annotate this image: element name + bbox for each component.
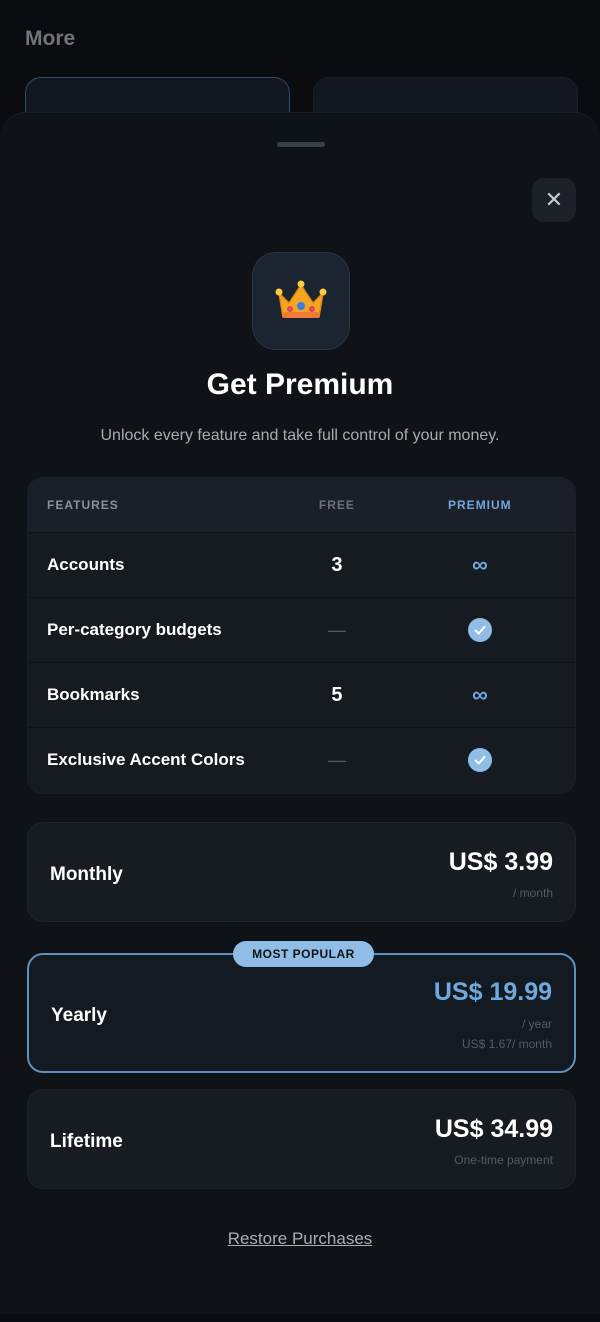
check-icon [467, 748, 492, 772]
sheet-grabber[interactable] [277, 142, 325, 147]
free-value: 3 [331, 553, 343, 576]
free-value: — [327, 749, 346, 770]
feature-label: Per-category budgets [47, 620, 222, 639]
table-row: Per-category budgets — [28, 597, 575, 662]
plan-name: Yearly [51, 1005, 107, 1026]
table-row: Bookmarks 5 ∞ [28, 662, 575, 727]
header-features: FEATURES [47, 498, 119, 512]
plan-period: / month [512, 886, 553, 900]
plan-name: Monthly [50, 864, 123, 885]
plan-yearly[interactable]: MOST POPULAR Yearly US$ 19.99 / year US$… [27, 941, 576, 1073]
sheet-subtitle: Unlock every feature and take full contr… [100, 427, 500, 444]
plan-period: One-time payment [454, 1153, 553, 1167]
table-row: Accounts 3 ∞ [28, 532, 575, 597]
plan-period: / year [521, 1017, 552, 1031]
infinity-icon: ∞ [472, 682, 488, 707]
restore-purchases-link[interactable]: Restore Purchases [0, 1229, 600, 1249]
plan-monthly[interactable]: Monthly US$ 3.99 / month [27, 822, 576, 922]
plan-price: US$ 3.99 [448, 848, 553, 876]
plan-lifetime[interactable]: Lifetime US$ 34.99 One-time payment [27, 1089, 576, 1189]
crown-badge [252, 252, 350, 350]
most-popular-badge: MOST POPULAR [233, 941, 374, 967]
premium-value [385, 748, 575, 772]
table-header: FEATURES FREE PREMIUM [28, 478, 575, 532]
infinity-icon: ∞ [472, 552, 488, 577]
feature-label: Exclusive Accent Colors [47, 750, 245, 769]
feature-label: Bookmarks [47, 685, 140, 704]
crown-icon [275, 280, 327, 318]
check-icon [467, 618, 492, 642]
free-value: — [327, 619, 346, 640]
premium-sheet: ✕ Get Premium Unlock every feature and t… [0, 112, 600, 1314]
close-button[interactable]: ✕ [532, 178, 576, 222]
page-title: More [25, 27, 76, 50]
close-icon: ✕ [544, 187, 564, 212]
header-free: FREE [318, 498, 355, 512]
sheet-title: Get Premium [206, 368, 394, 401]
plan-price: US$ 34.99 [434, 1115, 553, 1143]
free-value: 5 [331, 683, 343, 706]
plan-per-month: US$ 1.67/ month [461, 1037, 552, 1051]
feature-label: Accounts [47, 555, 125, 574]
plan-price: US$ 19.99 [433, 978, 552, 1006]
premium-value [385, 618, 575, 642]
features-table: FEATURES FREE PREMIUM Accounts 3 ∞ Per-c… [27, 477, 576, 794]
table-row: Exclusive Accent Colors — [28, 727, 575, 792]
header-premium: PREMIUM [448, 498, 512, 512]
plan-name: Lifetime [50, 1131, 123, 1152]
